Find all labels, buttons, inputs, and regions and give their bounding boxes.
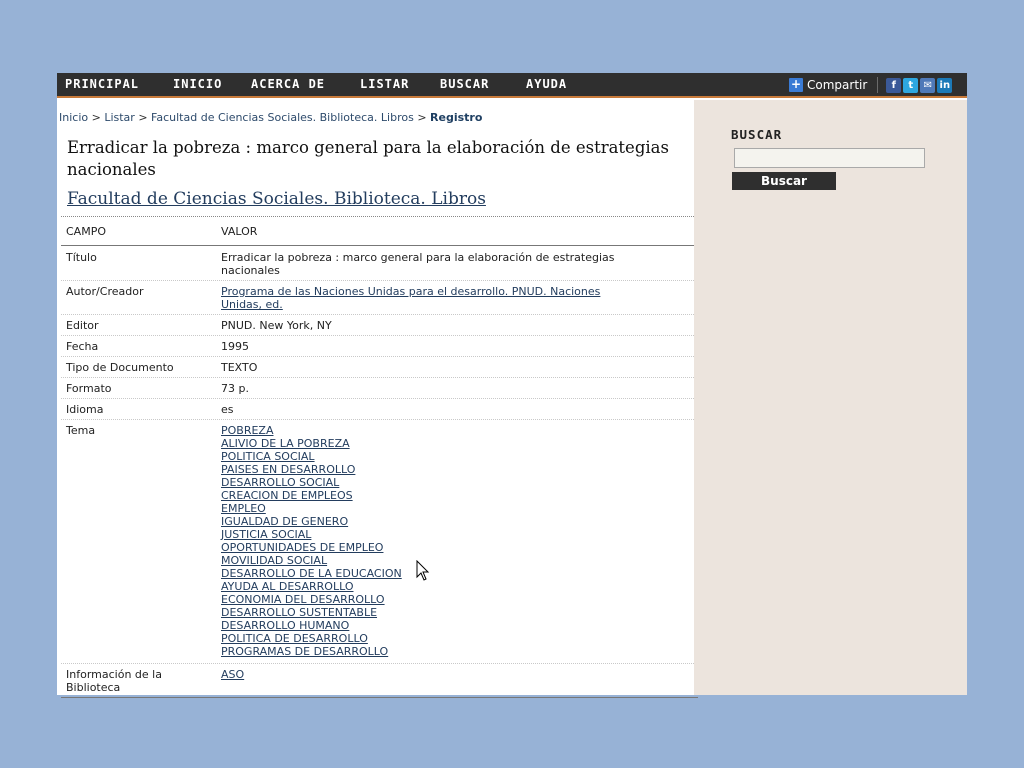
breadcrumb: Inicio > Listar > Facultad de Ciencias S…	[59, 111, 482, 124]
facebook-icon[interactable]: f	[886, 77, 902, 93]
table-row: Autor/Creador Programa de las Naciones U…	[61, 281, 698, 315]
tema-link[interactable]: DESARROLLO SOCIAL	[221, 476, 339, 489]
mail-icon[interactable]: ✉	[920, 77, 936, 93]
linkedin-icon[interactable]: in	[937, 77, 953, 93]
share-button[interactable]: Compartir	[807, 78, 867, 92]
table-row-tema: Tema POBREZA ALIVIO DE LA POBREZA POLITI…	[61, 420, 698, 664]
tema-link[interactable]: POLITICA DE DESARROLLO	[221, 632, 368, 645]
share-plus-icon[interactable]: +	[789, 78, 803, 92]
header-valor: VALOR	[221, 224, 258, 238]
tema-link[interactable]: ECONOMIA DEL DESARROLLO	[221, 593, 385, 606]
table-row: Tipo de Documento TEXTO	[61, 357, 698, 378]
collection-link[interactable]: Facultad de Ciencias Sociales. Bibliotec…	[67, 189, 486, 209]
breadcrumb-listar[interactable]: Listar	[104, 111, 135, 124]
table-row: Formato 73 p.	[61, 378, 698, 399]
share-toolbar: + Compartir f t ✉ in	[789, 76, 953, 94]
tema-link[interactable]: DESARROLLO DE LA EDUCACION	[221, 567, 402, 580]
breadcrumb-separator: >	[138, 111, 148, 124]
page-title: Erradicar la pobreza : marco general par…	[67, 138, 669, 179]
tema-link[interactable]: DESARROLLO SUSTENTABLE	[221, 606, 377, 619]
record-table: CAMPO VALOR Título Erradicar la pobreza …	[61, 216, 698, 698]
tema-link[interactable]: CREACION DE EMPLEOS	[221, 489, 353, 502]
nav-item-inicio[interactable]: INICIO	[173, 75, 222, 93]
tema-link[interactable]: PROGRAMAS DE DESARROLLO	[221, 645, 388, 658]
table-row: Título Erradicar la pobreza : marco gene…	[61, 246, 698, 281]
nav-item-listar[interactable]: LISTAR	[360, 75, 409, 93]
field-label: Tipo de Documento	[66, 361, 174, 374]
top-navigation-bar: PRINCIPAL INICIO ACERCA DE LISTAR BUSCAR…	[57, 73, 967, 98]
field-label: Información de la Biblioteca	[66, 668, 162, 694]
field-label: Título	[66, 251, 97, 264]
field-value: PNUD. New York, NY	[221, 319, 332, 332]
mouse-cursor-icon	[416, 560, 430, 581]
breadcrumb-collection[interactable]: Facultad de Ciencias Sociales. Bibliotec…	[151, 111, 414, 124]
nav-item-ayuda[interactable]: AYUDA	[526, 75, 567, 93]
search-button[interactable]: Buscar	[732, 172, 836, 190]
table-row-library: Información de la Biblioteca ASO	[61, 664, 698, 698]
tema-link[interactable]: DESARROLLO HUMANO	[221, 619, 349, 632]
tema-list: POBREZA ALIVIO DE LA POBREZA POLITICA SO…	[221, 424, 691, 658]
tema-link[interactable]: JUSTICIA SOCIAL	[221, 528, 311, 541]
field-label: Idioma	[66, 403, 104, 416]
tema-link[interactable]: POBREZA	[221, 424, 274, 437]
field-label: Editor	[66, 319, 99, 332]
nav-item-acerca-de[interactable]: ACERCA DE	[251, 75, 325, 93]
breadcrumb-separator: >	[91, 111, 101, 124]
tema-link[interactable]: ALIVIO DE LA POBREZA	[221, 437, 350, 450]
breadcrumb-current: Registro	[430, 111, 483, 124]
tema-link[interactable]: IGUALDAD DE GENERO	[221, 515, 348, 528]
field-value: TEXTO	[221, 361, 258, 374]
tema-link[interactable]: POLITICA SOCIAL	[221, 450, 315, 463]
share-divider	[877, 77, 879, 93]
author-link[interactable]: Programa de las Naciones Unidas para el …	[221, 285, 600, 311]
main-content: Inicio > Listar > Facultad de Ciencias S…	[57, 100, 698, 698]
tema-link[interactable]: AYUDA AL DESARROLLO	[221, 580, 354, 593]
tema-link[interactable]: EMPLEO	[221, 502, 266, 515]
record-header-row: CAMPO VALOR	[61, 216, 698, 246]
search-input[interactable]	[734, 148, 925, 168]
browser-page: PRINCIPAL INICIO ACERCA DE LISTAR BUSCAR…	[57, 73, 967, 698]
field-label: Fecha	[66, 340, 99, 353]
tema-link[interactable]: PAISES EN DESARROLLO	[221, 463, 355, 476]
nav-item-buscar[interactable]: BUSCAR	[440, 75, 489, 93]
breadcrumb-separator: >	[417, 111, 427, 124]
sidebar: BUSCAR Buscar	[694, 100, 967, 695]
breadcrumb-inicio[interactable]: Inicio	[59, 111, 88, 124]
field-value: es	[221, 403, 234, 416]
field-value: Erradicar la pobreza : marco general par…	[221, 251, 615, 277]
sidebar-search-title: BUSCAR	[731, 127, 783, 142]
tema-link[interactable]: MOVILIDAD SOCIAL	[221, 554, 327, 567]
twitter-icon[interactable]: t	[903, 77, 919, 93]
tema-link[interactable]: OPORTUNIDADES DE EMPLEO	[221, 541, 383, 554]
field-label: Autor/Creador	[66, 285, 144, 298]
field-label: Formato	[66, 382, 112, 395]
field-value: 73 p.	[221, 382, 249, 395]
nav-item-principal[interactable]: PRINCIPAL	[65, 75, 139, 93]
library-link[interactable]: ASO	[221, 668, 244, 681]
field-value: 1995	[221, 340, 249, 353]
table-row: Idioma es	[61, 399, 698, 420]
field-label: Tema	[66, 424, 96, 437]
table-row: Editor PNUD. New York, NY	[61, 315, 698, 336]
table-row: Fecha 1995	[61, 336, 698, 357]
header-campo: CAMPO	[66, 224, 106, 238]
